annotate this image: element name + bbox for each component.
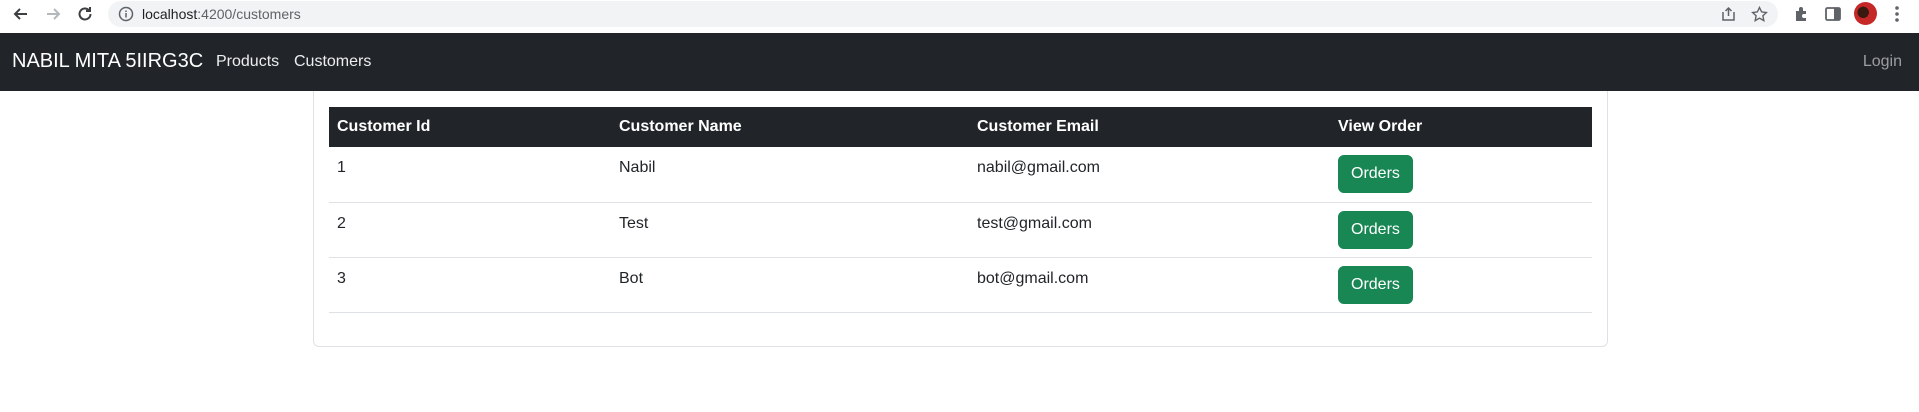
orders-button[interactable]: Orders [1338, 155, 1413, 193]
header-customer-email: Customer Email [977, 118, 1099, 135]
cell-customer-id: 3 [337, 269, 346, 287]
forward-arrow-icon[interactable] [41, 2, 65, 26]
table-row: 1 Nabil nabil@gmail.com Orders [329, 147, 1592, 202]
brand-link[interactable]: NABIL MITA 5IIRG3C [12, 50, 203, 73]
table-header: Customer Id Customer Name Customer Email… [329, 107, 1592, 147]
cell-customer-email: nabil@gmail.com [977, 159, 1100, 176]
table-row: 2 Test test@gmail.com Orders [329, 202, 1592, 257]
back-arrow-icon[interactable] [9, 2, 33, 26]
bookmark-star-icon[interactable] [1751, 6, 1768, 23]
cell-customer-name: Test [619, 214, 649, 232]
customers-table: Customer Id Customer Name Customer Email… [329, 107, 1592, 313]
nav-link-products[interactable]: Products [216, 53, 279, 71]
url-host: localhost [142, 6, 198, 22]
header-customer-name: Customer Name [619, 118, 742, 135]
table-header-row: Customer Id Customer Name Customer Email… [329, 107, 1592, 147]
header-customer-id: Customer Id [337, 118, 431, 135]
cell-view-order: Orders [1330, 147, 1592, 202]
url-path: :4200/customers [197, 6, 301, 22]
orders-button[interactable]: Orders [1338, 265, 1413, 304]
cell-view-order: Orders [1330, 202, 1592, 257]
cell-customer-email: test@gmail.com [977, 214, 1092, 232]
cell-customer-id: 1 [337, 159, 346, 176]
cell-customer-email: bot@gmail.com [977, 269, 1089, 287]
profile-avatar[interactable] [1854, 2, 1877, 25]
site-info-icon[interactable] [118, 6, 134, 22]
cell-view-order: Orders [1330, 257, 1592, 312]
address-bar[interactable]: localhost:4200/customers [108, 1, 1778, 27]
app-navbar: NABIL MITA 5IIRG3C Products Customers Lo… [0, 33, 1919, 91]
table-body: 1 Nabil nabil@gmail.com Orders 2 Test te… [329, 147, 1592, 312]
side-panel-icon[interactable] [1823, 4, 1843, 24]
table-row: 3 Bot bot@gmail.com Orders [329, 257, 1592, 312]
orders-button[interactable]: Orders [1338, 210, 1413, 249]
cell-customer-name: Nabil [619, 159, 656, 176]
cell-customer-id: 2 [337, 214, 346, 232]
share-icon[interactable] [1720, 6, 1737, 23]
extensions-puzzle-icon[interactable] [1792, 4, 1812, 24]
customers-card: Customer Id Customer Name Customer Email… [313, 91, 1608, 347]
reload-icon[interactable] [73, 2, 97, 26]
cell-customer-name: Bot [619, 269, 644, 287]
browser-toolbar: localhost:4200/customers [0, 0, 1919, 33]
nav-link-login[interactable]: Login [1863, 53, 1902, 71]
url-text[interactable]: localhost:4200/customers [142, 6, 301, 22]
kebab-menu-icon[interactable] [1887, 4, 1907, 24]
nav-link-customers[interactable]: Customers [294, 53, 371, 71]
header-view-order: View Order [1338, 118, 1423, 135]
